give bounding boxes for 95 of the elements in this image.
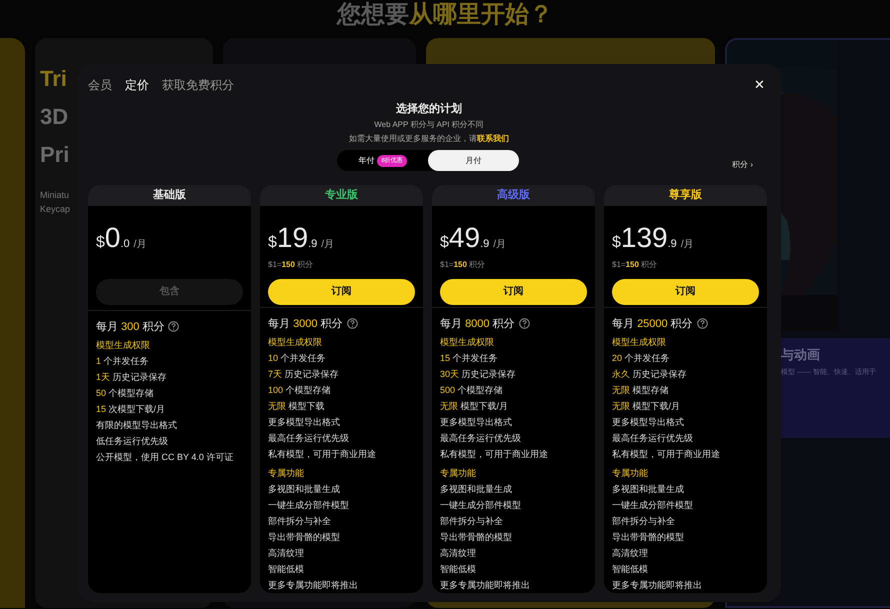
promo-caption: Keycap: [40, 203, 70, 216]
plan-title: 基础版: [88, 185, 251, 206]
credits-text: 每月 3000 积分: [268, 316, 343, 330]
feature-heading: 模型生成权限: [612, 336, 667, 349]
promo-title: Pri: [40, 141, 70, 169]
feature-heading: 专属功能: [612, 467, 649, 480]
feature-heading: 模型生成权限: [96, 339, 151, 352]
feature-item: 20 个并发任务: [612, 352, 670, 365]
feature-item: 永久 历史记录保存: [612, 368, 687, 381]
feature-item: 500 个模型存储: [440, 384, 503, 397]
promo-title: 3D: [40, 103, 68, 131]
close-button[interactable]: ✕: [754, 76, 765, 92]
credit-rate: $1=150 积分: [440, 259, 486, 271]
feature-item: 无限 模型下载/月: [440, 400, 508, 413]
feature-item: 15 个并发任务: [440, 352, 498, 365]
feature-item: 无限 模型下载/月: [612, 400, 680, 413]
promo-caption: Miniatu: [40, 189, 70, 202]
feature-item: 一键生成分部件模型: [268, 499, 349, 512]
feature-item: 智能低模: [440, 563, 476, 576]
plan-title: 高级版: [432, 185, 595, 206]
feature-item: 智能低模: [612, 563, 648, 576]
feature-item: 低任务运行优先级: [96, 435, 168, 448]
feature-item: 50 个模型存储: [96, 387, 154, 400]
feature-item: 一键生成分部件模型: [440, 499, 521, 512]
feature-item: 部件拆分与补全: [612, 515, 675, 528]
feature-item: 导出带骨骼的模型: [612, 531, 684, 544]
feature-item: 100 个模型存储: [268, 384, 331, 397]
billing-option[interactable]: 月付: [428, 150, 519, 171]
plan-title: 专业版: [260, 185, 423, 206]
feature-item: 无限 模型存储: [612, 384, 669, 397]
price-text: $49.9 /月: [440, 223, 506, 253]
credits-text: 每月 25000 积分: [612, 316, 693, 330]
credit-rate: $1=150 积分: [268, 259, 314, 271]
help-icon[interactable]: [168, 320, 180, 332]
feature-item: 最高任务运行优先级: [268, 432, 349, 445]
feature-item: 10 个并发任务: [268, 352, 326, 365]
feature-item: 更多专属功能即将推出: [268, 579, 358, 592]
feature-heading: 模型生成权限: [268, 336, 323, 349]
feature-item: 部件拆分与补全: [268, 515, 331, 528]
feature-item: 最高任务运行优先级: [440, 432, 521, 445]
feature-heading: 模型生成权限: [440, 336, 495, 349]
feature-item: 私有模型，可用于商业用途: [612, 448, 720, 461]
feature-item: 1 个并发任务: [96, 355, 149, 368]
feature-title: 与动画: [781, 346, 820, 364]
feature-item: 智能低模: [268, 563, 304, 576]
help-icon[interactable]: [696, 318, 708, 328]
feature-item: 高清纹理: [612, 547, 648, 560]
feature-item: 1天 历史记录保存: [96, 371, 167, 384]
feature-item: 公开模型，使用 CC BY 4.0 许可证: [96, 451, 234, 464]
credits-text: 每月 8000 积分: [440, 316, 515, 330]
subscribe-button[interactable]: 订阅: [268, 279, 415, 305]
feature-item: 部件拆分与补全: [440, 515, 503, 528]
feature-item: 导出带骨骼的模型: [268, 531, 340, 544]
feature-item: 更多模型导出格式: [440, 416, 512, 429]
nav-tab[interactable]: 定价: [125, 76, 149, 92]
feature-item: 30天 历史记录保存: [440, 368, 516, 381]
feature-item: 15 次模型下载/月: [96, 403, 166, 416]
feature-item: 更多专属功能即将推出: [612, 579, 702, 592]
page-heading: 您想要从哪里开始？: [337, 0, 553, 30]
credits-link[interactable]: 积分 ›: [732, 160, 753, 170]
price-text: $19.9 /月: [268, 223, 334, 253]
feature-item: 多视图和批量生成: [268, 483, 340, 496]
feature-item: 一键生成分部件模型: [612, 499, 693, 512]
feature-heading: 专属功能: [440, 467, 477, 480]
plan-title: 尊享版: [604, 185, 767, 206]
feature-item: 更多模型导出格式: [268, 416, 340, 429]
nav-tab[interactable]: 会员: [88, 76, 112, 92]
credits-text: 每月 300 积分: [96, 320, 164, 334]
promo-title: Tri: [40, 65, 67, 93]
credit-rate: $1=150 积分: [612, 259, 658, 271]
feature-heading: 专属功能: [268, 467, 305, 480]
contact-link[interactable]: 联系我们: [477, 134, 509, 143]
feature-item: 最高任务运行优先级: [612, 432, 693, 445]
feature-item: 导出带骨骼的模型: [440, 531, 512, 544]
price-text: $139.9 /月: [612, 223, 694, 253]
feature-item: 高清纹理: [440, 547, 476, 560]
feature-item: 多视图和批量生成: [440, 483, 512, 496]
dialog-title: 选择您的计划: [395, 102, 463, 116]
feature-item: 高清纹理: [268, 547, 304, 560]
contact-text: 如需大量使用或更多服务的企业，请联系我们: [348, 134, 510, 144]
feature-item: 更多模型导出格式: [612, 416, 684, 429]
help-icon[interactable]: [518, 318, 530, 328]
nav-tab[interactable]: 获取免费积分: [162, 76, 234, 92]
feature-item: 有限的模型导出格式: [96, 419, 177, 432]
feature-item: 更多专属功能即将推出: [440, 579, 530, 592]
feature-item: 私有模型，可用于商业用途: [440, 448, 548, 461]
feature-item: 7天 历史记录保存: [268, 368, 339, 381]
feature-item: 多视图和批量生成: [612, 483, 684, 496]
price-text: $0.0 /月: [96, 223, 146, 253]
feature-item: 私有模型，可用于商业用途: [268, 448, 376, 461]
feature-item: 无限 模型下载: [268, 400, 325, 413]
subscribe-button[interactable]: 订阅: [612, 279, 759, 305]
subtitle-text: Web APP 积分与 API 积分不同: [373, 120, 485, 130]
subscribe-button[interactable]: 订阅: [440, 279, 587, 305]
help-icon[interactable]: [346, 318, 358, 328]
